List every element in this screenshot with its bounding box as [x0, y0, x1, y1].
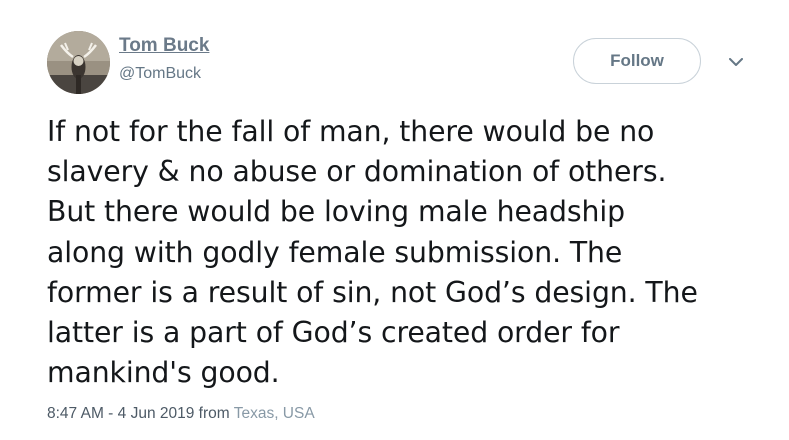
more-options-button[interactable] — [724, 52, 748, 72]
author-handle: @TomBuck — [119, 65, 202, 82]
follow-button[interactable]: Follow — [573, 38, 701, 84]
chevron-down-icon — [729, 57, 743, 66]
tweet-timestamp[interactable]: 8:47 AM - 4 Jun 2019 — [47, 405, 194, 422]
tweet-text-line: mankind's good. — [47, 356, 280, 390]
tweet-text-line: along with godly female submission. The — [47, 235, 623, 269]
tweet-location[interactable]: Texas, USA — [234, 405, 315, 422]
tweet-text-line: But there would be loving male headship — [47, 195, 625, 229]
tweet-text: If not for the fall of man, there would … — [47, 112, 777, 393]
avatar-photo — [47, 31, 110, 94]
from-label: from — [198, 405, 230, 422]
tweet-text-line: slavery & no abuse or domination of othe… — [47, 155, 667, 189]
author-name[interactable]: Tom Buck — [119, 35, 209, 57]
tweet-text-line: former is a result of sin, not God’s des… — [47, 275, 698, 309]
tweet-text-line: If not for the fall of man, there would … — [47, 115, 655, 148]
avatar[interactable] — [47, 31, 110, 94]
tweet-card: Tom Buck @TomBuck Follow If not for the … — [0, 0, 789, 440]
tweet-metadata: 8:47 AM - 4 Jun 2019 from Texas, USA — [47, 405, 315, 423]
tweet-text-line: latter is a part of God’s created order … — [47, 316, 620, 350]
